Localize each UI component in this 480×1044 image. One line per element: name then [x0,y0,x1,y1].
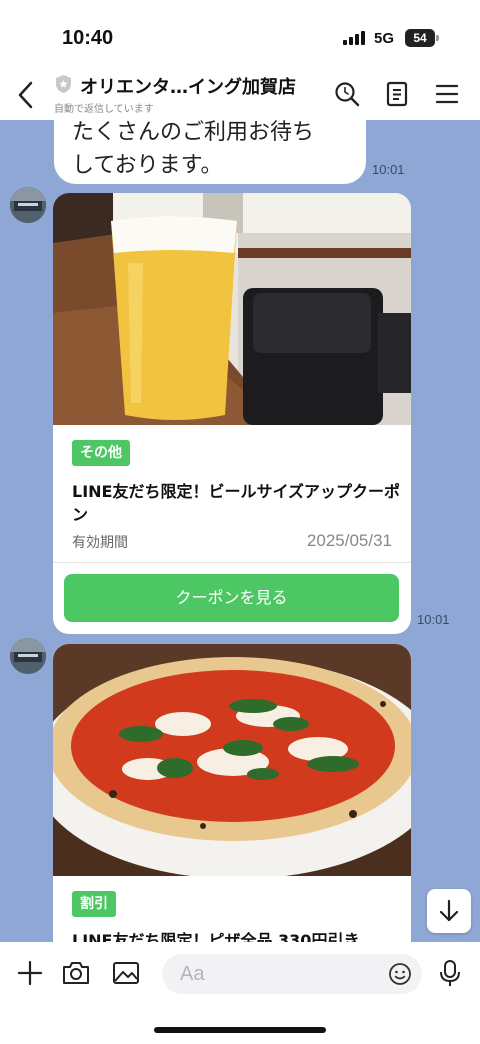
menu-icon[interactable] [433,80,461,108]
category-badge: その他 [72,440,130,466]
validity-date: 2025/05/31 [306,531,392,550]
coupon-card[interactable]: その他 LINE友だち限定！ビールサイズアップクーポン 有効期間 2025/05… [53,193,411,634]
arrow-down-icon [439,899,459,922]
scroll-to-bottom-button[interactable] [427,889,471,933]
emoji-icon[interactable] [388,962,412,986]
avatar[interactable] [10,638,46,674]
category-badge: 割引 [72,891,116,917]
camera-icon[interactable] [61,958,91,988]
network-type: 5G [374,30,395,47]
microphone-icon[interactable] [435,958,465,988]
message-input-bar: Aa [0,942,480,1044]
message-line: しております。 [72,153,223,178]
battery-icon: 54 [405,29,435,47]
coupon-title: LINE友だち限定！ビールサイズアップクーポン [72,482,400,524]
notes-icon[interactable] [383,80,411,108]
home-indicator [154,1027,326,1033]
shield-icon [56,75,71,93]
chevron-left-icon[interactable] [14,80,38,110]
message-timestamp: 10:01 [372,162,405,177]
view-coupon-button[interactable]: クーポンを見る [64,574,399,622]
auto-reply-status: 自動で返信しています [54,104,154,115]
input-placeholder: Aa [180,963,205,985]
battery-nub [436,35,439,41]
divider [53,562,411,563]
plus-icon[interactable] [15,958,45,988]
validity-label: 有効期間 [72,535,128,551]
message-line: たくさんのご利用お待ち [72,120,315,145]
pizza-photo[interactable] [53,644,411,876]
message-input[interactable]: Aa [162,954,422,994]
image-icon[interactable] [111,958,141,988]
top-bar: 10:40 5G 54 オリエンタ…イング加賀店 自動で返信しています [0,0,480,120]
chat-title[interactable]: オリエンタ…イング加賀店 [80,73,296,99]
beer-photo[interactable] [53,193,411,425]
message-timestamp: 10:01 [417,612,450,627]
avatar[interactable] [10,187,46,223]
cellular-signal-icon [343,31,367,45]
status-time: 10:40 [62,27,114,49]
search-icon[interactable] [333,80,361,108]
